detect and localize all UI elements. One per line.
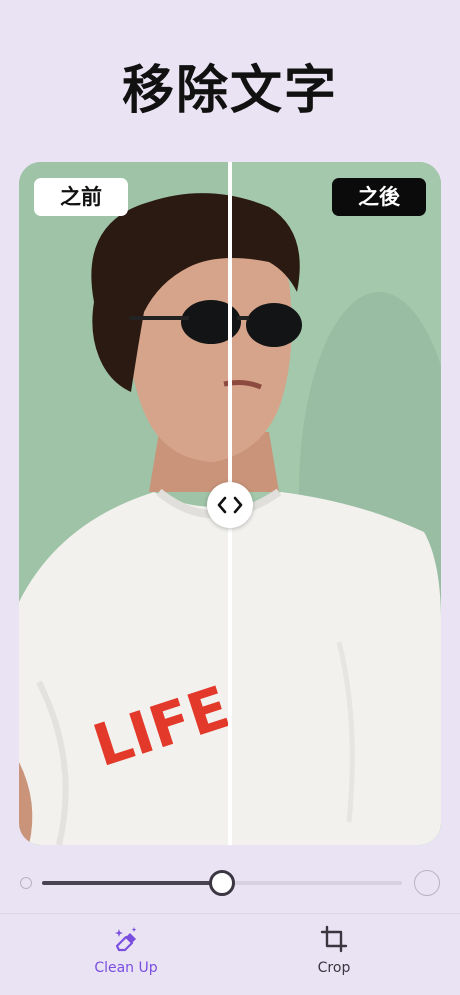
clean-up-tool-button[interactable]: Clean Up [66,924,186,984]
bottom-toolbar: Clean Up Crop [0,913,460,995]
brush-size-slider[interactable] [0,868,460,898]
magic-eraser-icon [115,927,137,952]
slider-fill [42,881,222,885]
crop-icon [320,925,348,953]
app-screen: 移除文字 LIFEC 之前 之後 Clean Up Crop [0,0,460,995]
before-after-comparison[interactable]: LIFEC 之前 之後 [19,162,441,845]
crop-tool-button[interactable]: Crop [274,924,394,984]
page-title: 移除文字 [121,61,338,121]
crop-label: Crop [317,960,351,976]
large-size-icon [414,870,440,896]
small-size-icon [20,877,32,889]
divider-handle[interactable] [207,482,253,528]
clean-up-label: Clean Up [94,960,158,976]
after-label: 之後 [332,178,426,216]
slider-track[interactable] [42,870,402,896]
before-label: 之前 [34,178,128,216]
slider-thumb[interactable] [209,870,235,896]
chevron-left-right-icon [217,496,243,514]
